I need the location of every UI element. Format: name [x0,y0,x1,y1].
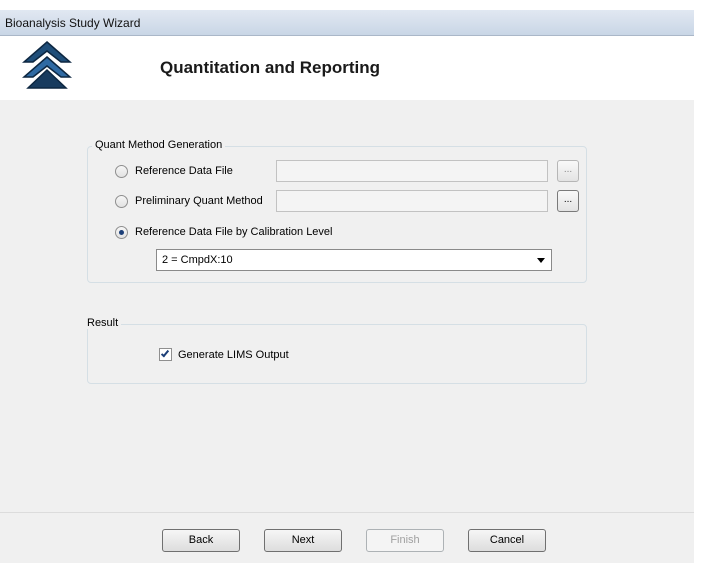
quant-method-group-label: Quant Method Generation [92,139,226,151]
finish-button[interactable]: Finish [366,529,444,552]
reference-data-file-radio[interactable] [115,164,128,178]
calibration-level-selected: 2 = CmpdX:10 [162,254,233,266]
preliminary-quant-method-browse-button[interactable]: ... [557,190,579,212]
calibration-level-dropdown[interactable]: 2 = CmpdX:10 [156,249,552,271]
reference-data-file-label: Reference Data File [135,165,233,177]
wizard-footer: Back Next Finish Cancel [0,512,694,563]
next-button[interactable]: Next [264,529,342,552]
title-bar: Bioanalysis Study Wizard [0,10,694,36]
preliminary-quant-method-field[interactable] [276,190,548,212]
result-group: Result Generate LIMS Output [87,317,587,384]
wizard-header: Quantitation and Reporting [0,36,694,100]
back-button[interactable]: Back [162,529,240,552]
reference-data-file-option[interactable]: Reference Data File [115,163,233,179]
reference-data-file-field[interactable] [276,160,548,182]
generate-lims-label: Generate LIMS Output [178,348,289,361]
window-title: Bioanalysis Study Wizard [5,16,141,30]
calibration-level-radio[interactable] [115,225,128,239]
generate-lims-option[interactable]: Generate LIMS Output [159,348,289,361]
quant-method-group: Quant Method Generation Reference Data F… [87,139,587,283]
chevron-down-icon[interactable] [537,258,545,263]
calibration-level-option[interactable]: Reference Data File by Calibration Level [115,224,333,240]
cancel-button[interactable]: Cancel [468,529,546,552]
result-group-label: Result [87,317,122,329]
page-title: Quantitation and Reporting [160,58,381,77]
checkmark-icon [160,348,170,358]
reference-data-file-browse-button[interactable]: ... [557,160,579,182]
preliminary-quant-method-radio[interactable] [115,194,128,208]
generate-lims-checkbox[interactable] [159,348,172,361]
preliminary-quant-method-option[interactable]: Preliminary Quant Method [115,193,263,209]
wizard-content: Quant Method Generation Reference Data F… [0,100,694,512]
double-chevron-up-icon [22,41,72,89]
calibration-level-label: Reference Data File by Calibration Level [135,226,333,238]
preliminary-quant-method-label: Preliminary Quant Method [135,195,263,207]
